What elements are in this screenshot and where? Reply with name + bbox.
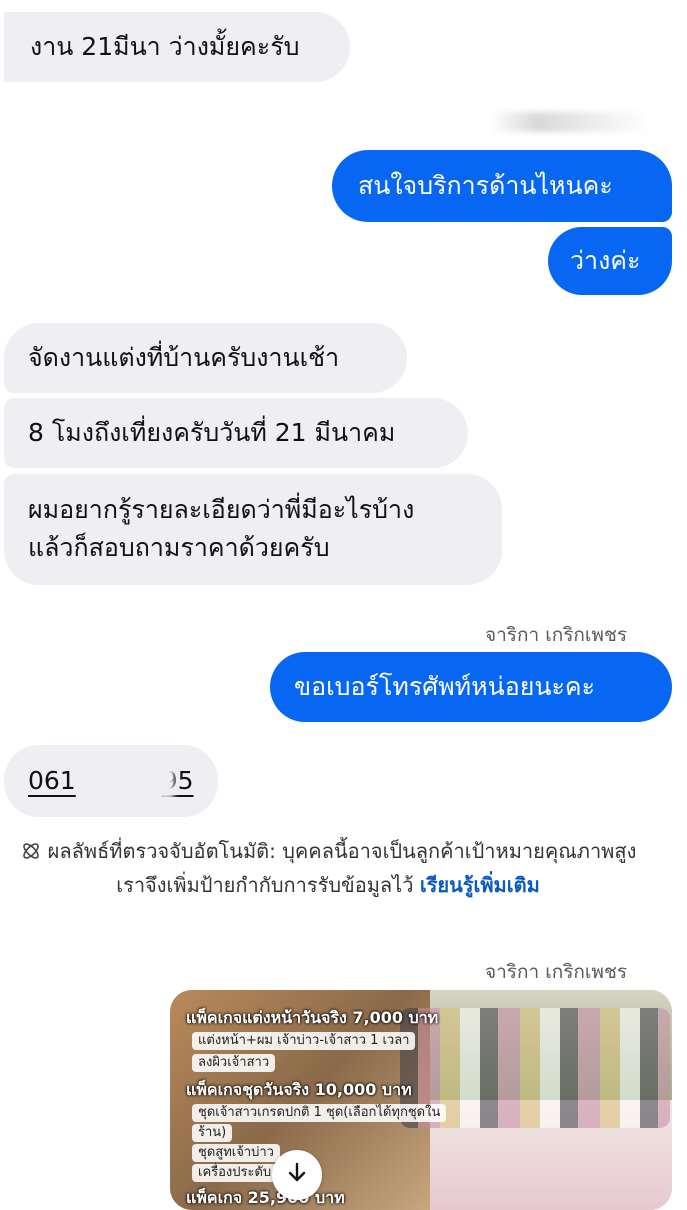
message-text: งาน 21มีนา ว่างมั้ยคะรับ	[30, 32, 300, 61]
message-text-line-2: แล้วก็สอบถามราคาด้วยครับ	[28, 533, 330, 562]
message-text: สนใจบริการด้านไหนคะ	[358, 171, 613, 200]
sender-name: จาริกา เกริกเพชร	[485, 961, 628, 983]
message-incoming-3[interactable]: 8 โมงถึงเที่ยงครับวันที่ 21 มีนาคม	[4, 398, 468, 468]
message-text: ขอเบอร์โทรศัพท์หน่อยนะคะ	[294, 672, 596, 701]
arrow-down-icon	[285, 1161, 309, 1189]
message-text: จัดงานแต่งที่บ้านครับงานเช้า	[28, 343, 340, 372]
sparkle-icon	[20, 840, 42, 870]
package-1-item: แต่งหน้า+ผม เจ้าบ่าว-เจ้าสาว 1 เวลา	[192, 1032, 416, 1050]
package-2-item: เครื่องประดับ	[192, 1164, 278, 1182]
package-2-item: ร้าน)	[192, 1124, 233, 1142]
message-incoming-4[interactable]: ผมอยากรู้รายละเอียดว่าพี่มีอะไรบ้าง แล้ว…	[4, 474, 502, 585]
package-2-item: ชุดเจ้าสาวเกรดปกติ 1 ชุด(เลือกได้ทุกชุดใ…	[192, 1104, 447, 1122]
package-2-item: ชุดสูทเจ้าบ่าว	[192, 1144, 280, 1162]
message-outgoing-2[interactable]: ว่างค่ะ	[548, 227, 672, 295]
auto-detection-notice: ผลลัพธ์ที่ตรวจจับอัตโนมัติ: บุคคลนี้อาจเ…	[18, 836, 638, 900]
message-text: 8 โมงถึงเที่ยงครับวันที่ 21 มีนาคม	[28, 418, 396, 447]
message-text-line-1: ผมอยากรู้รายละเอียดว่าพี่มีอะไรบ้าง	[28, 495, 415, 524]
scroll-down-button[interactable]	[272, 1150, 322, 1200]
notice-text: ผลลัพธ์ที่ตรวจจับอัตโนมัติ: บุคคลนี้อาจเ…	[47, 839, 637, 897]
message-outgoing-1[interactable]: สนใจบริการด้านไหนคะ	[332, 150, 672, 222]
message-incoming-1[interactable]: งาน 21มีนา ว่างมั้ยคะรับ	[4, 12, 350, 82]
package-1-item: ลงผิวเจ้าสาว	[192, 1054, 276, 1072]
package-3-title: แพ็คเกจ 25,900 บาท	[186, 1188, 345, 1207]
redaction-blur	[88, 759, 174, 799]
sender-name: จาริกา เกริกเพชร	[485, 624, 628, 646]
package-promo-image[interactable]: แพ็คเกจแต่งหน้าวันจริง 7,000 บาท แต่งหน้…	[170, 990, 672, 1210]
message-incoming-2[interactable]: จัดงานแต่งที่บ้านครับงานเช้า	[4, 323, 407, 393]
message-outgoing-3[interactable]: ขอเบอร์โทรศัพท์หน่อยนะคะ	[270, 652, 672, 722]
message-text: ว่างค่ะ	[570, 246, 641, 275]
package-1-title: แพ็คเกจแต่งหน้าวันจริง 7,000 บาท	[186, 1008, 439, 1027]
learn-more-link[interactable]: เรียนรู้เพิ่มเติม	[420, 873, 540, 897]
sender-name-blurred	[490, 112, 650, 132]
message-incoming-phone[interactable]: 061 95	[4, 745, 218, 817]
package-2-title: แพ็คเกจชุดวันจริง 10,000 บาท	[186, 1080, 412, 1099]
